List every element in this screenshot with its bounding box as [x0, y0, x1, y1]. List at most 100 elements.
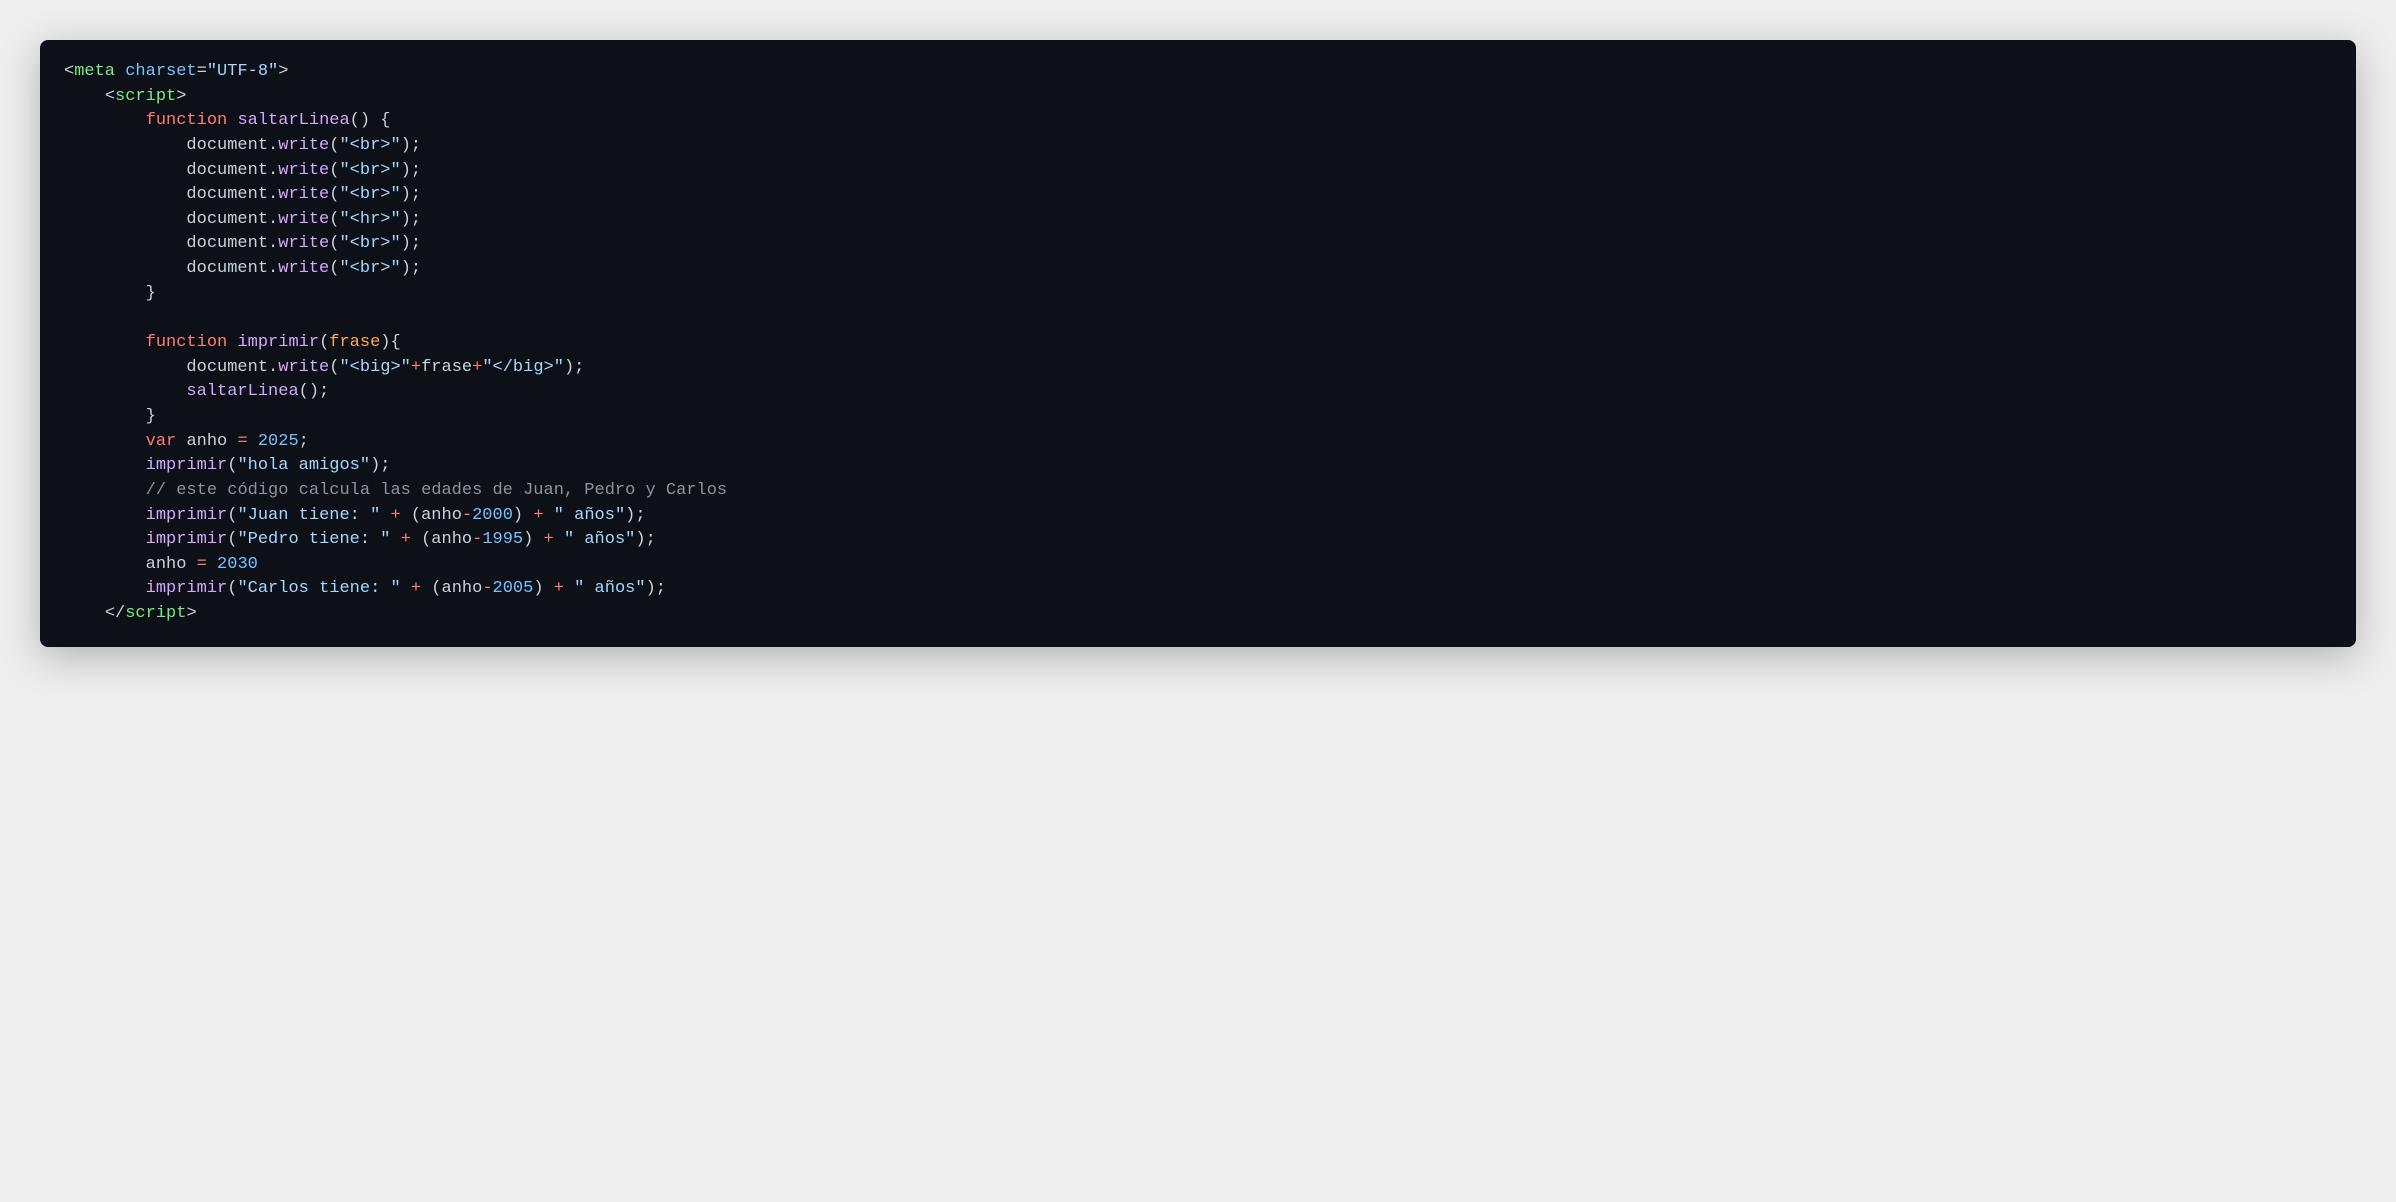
paren: ( — [227, 506, 237, 525]
identifier: document — [186, 234, 268, 253]
dot: . — [268, 136, 278, 155]
function-name: saltarLinea — [237, 111, 349, 130]
paren: ) — [401, 234, 411, 253]
method: write — [278, 234, 329, 253]
code-line: document.write("<br>"); — [64, 134, 2332, 159]
function-name: imprimir — [237, 333, 319, 352]
number: 1995 — [482, 530, 523, 549]
attr-name: charset — [125, 62, 196, 81]
code-line: document.write("<br>"); — [64, 159, 2332, 184]
number: 2030 — [217, 555, 258, 574]
paren: ) — [523, 530, 533, 549]
string: " años" — [554, 506, 625, 525]
paren: ( — [299, 382, 309, 401]
angle-bracket: </ — [105, 604, 125, 623]
keyword: function — [146, 111, 228, 130]
operator: - — [472, 530, 482, 549]
operator: + — [554, 579, 564, 598]
equals: = — [197, 62, 207, 81]
brace: { — [391, 333, 401, 352]
comment: // este código calcula las edades de Jua… — [146, 481, 728, 500]
semicolon: ; — [380, 456, 390, 475]
paren: ( — [329, 358, 339, 377]
paren: ) — [401, 185, 411, 204]
dot: . — [268, 234, 278, 253]
semicolon: ; — [574, 358, 584, 377]
paren: ) — [401, 259, 411, 278]
tag-name: script — [115, 87, 176, 106]
semicolon: ; — [411, 210, 421, 229]
method: write — [278, 136, 329, 155]
semicolon: ; — [411, 234, 421, 253]
code-line: </script> — [64, 602, 2332, 627]
dot: . — [268, 161, 278, 180]
semicolon: ; — [411, 185, 421, 204]
dot: . — [268, 210, 278, 229]
attr-value: "UTF-8" — [207, 62, 278, 81]
identifier: document — [186, 185, 268, 204]
paren: ( — [329, 259, 339, 278]
paren: ) — [309, 382, 319, 401]
identifier: anho — [186, 432, 227, 451]
code-line: function imprimir(frase){ — [64, 331, 2332, 356]
identifier: anho — [146, 555, 187, 574]
string: "<br>" — [339, 259, 400, 278]
operator: - — [462, 506, 472, 525]
paren: ) — [625, 506, 635, 525]
operator: + — [390, 506, 400, 525]
string: "<br>" — [339, 234, 400, 253]
angle-bracket: > — [186, 604, 196, 623]
tag-name: script — [125, 604, 186, 623]
function-call: imprimir — [146, 506, 228, 525]
operator: + — [544, 530, 554, 549]
function-call: imprimir — [146, 530, 228, 549]
string: "<br>" — [339, 136, 400, 155]
dot: . — [268, 185, 278, 204]
operator: + — [533, 506, 543, 525]
paren: ( — [411, 506, 421, 525]
code-line: document.write("<br>"); — [64, 232, 2332, 257]
paren: ) — [370, 456, 380, 475]
paren: ( — [227, 579, 237, 598]
code-line: document.write("<br>"); — [64, 183, 2332, 208]
method: write — [278, 185, 329, 204]
string: "<big>" — [339, 358, 410, 377]
code-line: imprimir("Carlos tiene: " + (anho-2005) … — [64, 577, 2332, 602]
paren: ) — [646, 579, 656, 598]
function-call: imprimir — [146, 456, 228, 475]
string: "<br>" — [339, 185, 400, 204]
code-line: var anho = 2025; — [64, 430, 2332, 455]
paren: ) — [513, 506, 523, 525]
angle-bracket: < — [105, 87, 115, 106]
paren: ) — [401, 210, 411, 229]
paren: ( — [329, 210, 339, 229]
code-line — [64, 306, 2332, 331]
paren: ) — [360, 111, 370, 130]
paren: ) — [635, 530, 645, 549]
identifier: anho — [431, 530, 472, 549]
paren: ( — [329, 136, 339, 155]
number: 2025 — [258, 432, 299, 451]
paren: ( — [329, 234, 339, 253]
function-call: imprimir — [146, 579, 228, 598]
angle-bracket: > — [278, 62, 288, 81]
string: " años" — [574, 579, 645, 598]
semicolon: ; — [646, 530, 656, 549]
semicolon: ; — [319, 382, 329, 401]
string: " años" — [564, 530, 635, 549]
operator: + — [411, 358, 421, 377]
paren: ( — [227, 530, 237, 549]
string: "<br>" — [339, 161, 400, 180]
code-line: document.write("<br>"); — [64, 257, 2332, 282]
operator: + — [401, 530, 411, 549]
code-line: imprimir("Pedro tiene: " + (anho-1995) +… — [64, 528, 2332, 553]
string: "<hr>" — [339, 210, 400, 229]
parameter: frase — [329, 333, 380, 352]
string: "Carlos tiene: " — [237, 579, 400, 598]
paren: ( — [329, 185, 339, 204]
identifier: document — [186, 161, 268, 180]
brace: } — [146, 284, 156, 303]
code-line: function saltarLinea() { — [64, 109, 2332, 134]
keyword: function — [146, 333, 228, 352]
identifier: document — [186, 210, 268, 229]
